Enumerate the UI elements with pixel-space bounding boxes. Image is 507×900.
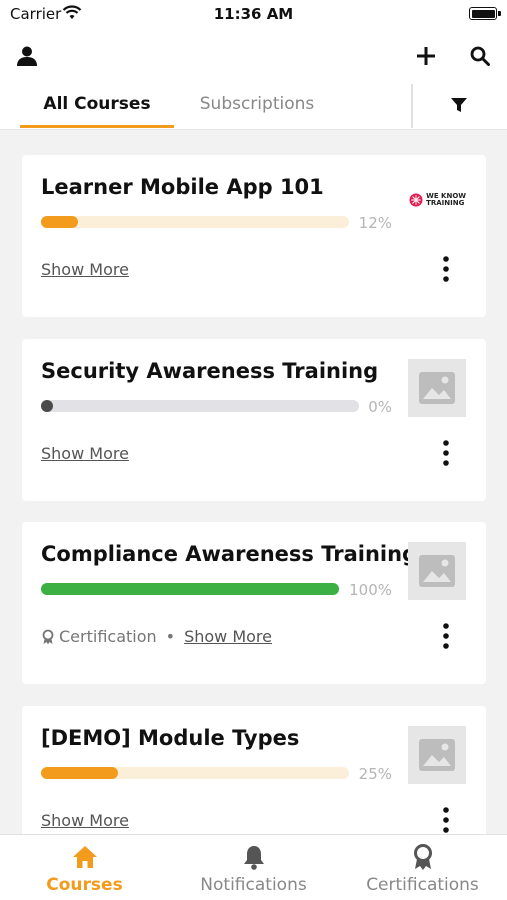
course-card[interactable]: Security Awareness Training 0% Show More: [22, 339, 486, 501]
nav-tab-courses-label: Courses: [46, 875, 123, 895]
course-card[interactable]: Compliance Awareness Training 100% Certifi…: [22, 522, 486, 684]
progress-fill: [41, 767, 118, 779]
tab-subscriptions[interactable]: Subscriptions: [180, 94, 334, 128]
certification-icon: [42, 629, 54, 644]
clock: 11:36 AM: [213, 5, 294, 23]
course-title: Compliance Awareness Training: [41, 542, 418, 566]
filter-icon[interactable]: [450, 96, 468, 114]
more-options-icon[interactable]: [440, 255, 452, 283]
progress-bar: [41, 583, 339, 595]
plus-icon[interactable]: [412, 42, 440, 70]
show-more-link[interactable]: Show More: [41, 260, 129, 279]
home-icon: [72, 846, 97, 868]
nav-tab-certifications-label: Certifications: [366, 875, 479, 895]
status-bar: Carrier 11:36 AM: [0, 0, 507, 30]
course-title: [DEMO] Module Types: [41, 726, 300, 750]
progress-bar: [41, 216, 349, 228]
bottom-tab-bar: Courses Notifications Certifications: [0, 834, 507, 900]
more-options-icon[interactable]: [440, 622, 452, 650]
progress-indicator: [41, 400, 53, 412]
progress-fill: [41, 583, 339, 595]
we-know-training-logo: WE KNOW TRAINING: [409, 193, 466, 207]
nav-tab-courses[interactable]: Courses: [0, 843, 169, 895]
image-placeholder-icon: [419, 372, 455, 404]
course-title: Learner Mobile App 101: [41, 175, 324, 199]
award-icon: [413, 844, 432, 870]
bell-icon: [243, 846, 264, 870]
progress-percent: 12%: [358, 214, 392, 232]
progress-percent: 100%: [349, 581, 392, 599]
image-placeholder-icon: [419, 739, 455, 771]
nav-tab-certifications[interactable]: Certifications: [338, 843, 507, 895]
progress-bar: [41, 767, 349, 779]
user-icon[interactable]: [13, 42, 41, 70]
tab-all-courses[interactable]: All Courses: [20, 94, 174, 128]
progress-fill: [41, 216, 78, 228]
image-placeholder-icon: [419, 555, 455, 587]
show-more-link[interactable]: Show More: [41, 811, 129, 830]
nav-tab-notifications-label: Notifications: [200, 875, 307, 895]
nav-tab-notifications[interactable]: Notifications: [169, 843, 338, 895]
course-card[interactable]: Learner Mobile App 101 WE KNOW TRAINING 12…: [22, 155, 486, 317]
separator: •: [165, 627, 176, 646]
search-icon[interactable]: [466, 42, 494, 70]
app-header: All Courses Subscriptions: [0, 30, 507, 130]
battery-icon: [469, 7, 501, 20]
more-options-icon[interactable]: [440, 806, 452, 834]
course-thumbnail: [408, 359, 466, 417]
show-more-link[interactable]: Show More: [41, 444, 129, 463]
progress-bar: [41, 400, 359, 412]
show-more-link[interactable]: Show More: [184, 627, 272, 646]
brand-text: WE KNOW TRAINING: [426, 192, 466, 207]
course-thumbnail: [408, 542, 466, 600]
more-options-icon[interactable]: [440, 439, 452, 467]
progress-percent: 25%: [358, 765, 392, 783]
course-title: Security Awareness Training: [41, 359, 379, 383]
progress-percent: 0%: [368, 398, 392, 416]
certification-label: Certification: [59, 627, 157, 646]
course-thumbnail: [408, 726, 466, 784]
certification-row: Certification • Show More: [41, 627, 272, 646]
tab-divider: [411, 84, 413, 128]
